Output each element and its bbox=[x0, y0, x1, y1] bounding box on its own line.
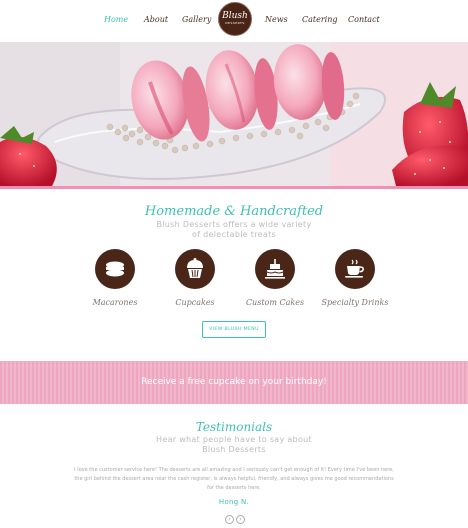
feature-circle bbox=[335, 249, 375, 289]
macaron-icon bbox=[106, 261, 124, 277]
feature-specialty-drinks[interactable]: Specialty Drinks bbox=[313, 249, 397, 307]
feature-custom-cakes[interactable]: Custom Cakes bbox=[233, 249, 317, 307]
intro-title: Homemade & Handcrafted bbox=[144, 204, 324, 219]
testimonials-subtitle-line1: Hear what people have to say about bbox=[156, 435, 312, 444]
intro-subtitle-line1: Blush Desserts offers a wide variety bbox=[156, 220, 312, 229]
testimonial-author: Hong N. bbox=[218, 498, 250, 506]
cupcake-icon bbox=[187, 258, 203, 278]
feature-circle bbox=[175, 249, 215, 289]
testimonials-subtitle-line2: Blush Desserts bbox=[202, 445, 266, 454]
coffee-cup-icon bbox=[345, 259, 364, 278]
feature-label: Custom Cakes bbox=[245, 298, 305, 307]
hero-image bbox=[0, 42, 468, 186]
intro-subtitle-line2: of delectable treats bbox=[192, 230, 276, 239]
promo-banner: Receive a free cupcake on your birthday! bbox=[0, 361, 468, 404]
top-navigation: Home About Gallery Blush DESSERTS News C… bbox=[0, 0, 468, 42]
nav-about[interactable]: About bbox=[144, 15, 168, 24]
feature-circle bbox=[255, 249, 295, 289]
nav-news[interactable]: News bbox=[265, 15, 288, 24]
blush-logo[interactable]: Blush DESSERTS bbox=[218, 2, 252, 36]
testimonial-quote: I love the customer service here! The de… bbox=[74, 467, 394, 491]
next-arrow-icon[interactable]: › bbox=[236, 515, 245, 524]
logo-name: Blush bbox=[222, 11, 248, 21]
nav-contact[interactable]: Contact bbox=[348, 15, 380, 24]
nav-gallery[interactable]: Gallery bbox=[182, 15, 211, 24]
feature-circle bbox=[95, 249, 135, 289]
feature-label: Cupcakes bbox=[175, 298, 215, 307]
feature-macarones[interactable]: Macarones bbox=[73, 249, 157, 307]
nav-home[interactable]: Home bbox=[104, 15, 128, 24]
nav-catering[interactable]: Catering bbox=[302, 15, 338, 24]
testimonials-title: Testimonials bbox=[195, 420, 273, 434]
feature-label: Specialty Drinks bbox=[321, 298, 389, 307]
feature-label: Macarones bbox=[92, 298, 138, 307]
logo-tagline: DESSERTS bbox=[225, 21, 245, 25]
promo-text: Receive a free cupcake on your birthday! bbox=[141, 377, 327, 387]
cake-icon bbox=[265, 259, 285, 279]
prev-arrow-icon[interactable]: ‹ bbox=[225, 515, 234, 524]
feature-cupcakes[interactable]: Cupcakes bbox=[153, 249, 237, 307]
macaron-photo bbox=[0, 42, 468, 186]
view-menu-button[interactable]: VIEW BLUSH MENU bbox=[202, 321, 266, 338]
hero-divider bbox=[0, 186, 468, 189]
